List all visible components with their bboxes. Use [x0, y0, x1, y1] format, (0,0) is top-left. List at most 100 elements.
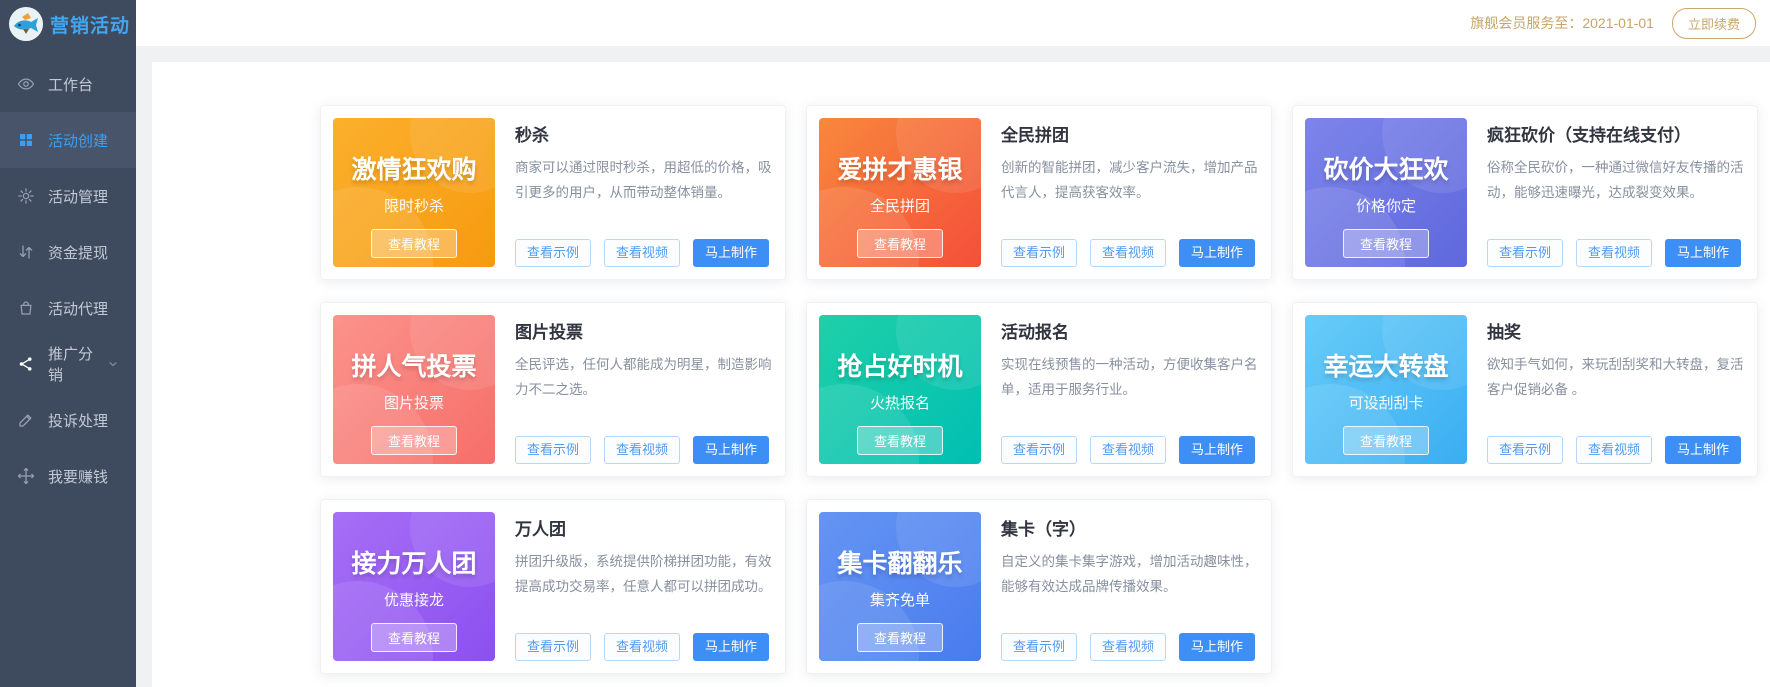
create-now-button[interactable]: 马上制作: [693, 436, 769, 464]
view-example-button[interactable]: 查看示例: [515, 239, 591, 267]
sidebar-item-gear[interactable]: 活动管理: [0, 168, 136, 224]
banner-title: 接力万人团: [351, 550, 477, 578]
banner-title: 砍价大狂欢: [1323, 156, 1449, 184]
activity-title: 图片投票: [515, 323, 583, 342]
view-tutorial-button[interactable]: 查看教程: [370, 623, 458, 652]
card-body: 秒杀 商家可以通过限时秒杀，用超低的价格，吸引更多的用户，从而带动整体销量。 查…: [515, 118, 773, 267]
sidebar-item-label: 推广分销: [48, 346, 94, 384]
view-tutorial-button[interactable]: 查看教程: [856, 426, 944, 455]
banner-title: 集卡翻翻乐: [837, 550, 963, 578]
view-example-button[interactable]: 查看示例: [1001, 633, 1077, 661]
view-example-button[interactable]: 查看示例: [515, 436, 591, 464]
banner-subtitle: 价格你定: [1355, 198, 1416, 215]
gear-icon: [17, 187, 35, 205]
view-tutorial-button[interactable]: 查看教程: [1342, 229, 1430, 258]
banner-subtitle: 可设刮刮卡: [1348, 395, 1424, 412]
activity-title: 抽奖: [1487, 323, 1521, 342]
sidebar-item-label: 活动创建: [48, 132, 109, 150]
create-now-button[interactable]: 马上制作: [1179, 239, 1255, 267]
activity-banner: 幸运大转盘 可设刮刮卡 查看教程: [1305, 315, 1467, 464]
view-tutorial-button[interactable]: 查看教程: [370, 426, 458, 455]
card-actions: 查看示例 查看视频 马上制作: [1001, 436, 1259, 464]
create-now-button[interactable]: 马上制作: [1665, 239, 1741, 267]
create-now-button[interactable]: 马上制作: [693, 633, 769, 661]
activity-card: 拼人气投票 图片投票 查看教程 图片投票 全民评选，任何人都能成为明星，制造影响…: [320, 302, 786, 477]
banner-subtitle: 集齐免单: [869, 592, 930, 609]
card-actions: 查看示例 查看视频 马上制作: [515, 633, 773, 661]
card-body: 集卡（字） 自定义的集卡集字游戏，增加活动趣味性，能够有效达成品牌传播效果。 查…: [1001, 512, 1259, 661]
app-logo: 营销活动: [0, 0, 136, 48]
sidebar-item-label: 资金提现: [48, 244, 109, 262]
sidebar-item-grid[interactable]: 活动创建: [0, 112, 136, 168]
card-actions: 查看示例 查看视频 马上制作: [1487, 436, 1745, 464]
activity-card-grid: 激情狂欢购 限时秒杀 查看教程 秒杀 商家可以通过限时秒杀，用超低的价格，吸引更…: [320, 105, 1770, 674]
activity-description: 商家可以通过限时秒杀，用超低的价格，吸引更多的用户，从而带动整体销量。: [515, 160, 772, 200]
card-body: 疯狂砍价（支持在线支付） 俗称全民砍价，一种通过微信好友传播的活动，能够迅速曝光…: [1487, 118, 1745, 267]
chevron-down-icon: [107, 358, 119, 370]
view-video-button[interactable]: 查看视频: [604, 239, 680, 267]
sidebar-item-label: 活动管理: [48, 188, 109, 206]
activity-banner: 集卡翻翻乐 集齐免单 查看教程: [819, 512, 981, 661]
activity-title: 活动报名: [1001, 323, 1069, 342]
view-video-button[interactable]: 查看视频: [604, 436, 680, 464]
activity-title: 万人团: [515, 520, 566, 539]
activity-banner: 拼人气投票 图片投票 查看教程: [333, 315, 495, 464]
banner-title: 激情狂欢购: [351, 156, 477, 184]
activity-card: 砍价大狂欢 价格你定 查看教程 疯狂砍价（支持在线支付） 俗称全民砍价，一种通过…: [1292, 105, 1758, 280]
sidebar-item-bag[interactable]: 活动代理: [0, 280, 136, 336]
membership-expiry-text: 旗舰会员服务至：2021-01-01: [1470, 15, 1654, 31]
card-actions: 查看示例 查看视频 马上制作: [1001, 633, 1259, 661]
view-tutorial-button[interactable]: 查看教程: [1342, 426, 1430, 455]
banner-subtitle: 优惠接龙: [383, 592, 444, 609]
activity-banner: 砍价大狂欢 价格你定 查看教程: [1305, 118, 1467, 267]
activity-banner: 接力万人团 优惠接龙 查看教程: [333, 512, 495, 661]
create-now-button[interactable]: 马上制作: [1665, 436, 1741, 464]
sidebar-item-pen[interactable]: 投诉处理: [0, 392, 136, 448]
view-video-button[interactable]: 查看视频: [1576, 436, 1652, 464]
view-tutorial-button[interactable]: 查看教程: [856, 623, 944, 652]
banner-subtitle: 火热报名: [869, 395, 930, 412]
create-now-button[interactable]: 马上制作: [693, 239, 769, 267]
main-area: 旗舰会员服务至：2021-01-01 立即续费 激情狂欢购 限时秒杀 查看教程 …: [136, 0, 1770, 687]
sidebar: 营销活动 工作台 活动创建 活动管理 资金提现 活动代理 推广分销 投诉处理 我…: [0, 0, 136, 687]
activity-title: 全民拼团: [1001, 126, 1069, 145]
sidebar-item-share[interactable]: 推广分销: [0, 336, 136, 392]
sidebar-item-label: 投诉处理: [48, 412, 109, 430]
bag-icon: [17, 299, 35, 317]
view-tutorial-button[interactable]: 查看教程: [370, 229, 458, 258]
view-video-button[interactable]: 查看视频: [1090, 239, 1166, 267]
view-video-button[interactable]: 查看视频: [1576, 239, 1652, 267]
sidebar-item-label: 工作台: [48, 76, 94, 94]
view-example-button[interactable]: 查看示例: [1001, 436, 1077, 464]
card-body: 抽奖 欲知手气如何，来玩刮刮奖和大转盘，复活客户促销必备 。 查看示例 查看视频…: [1487, 315, 1745, 464]
banner-title: 抢占好时机: [837, 353, 963, 381]
transfer-icon: [17, 243, 35, 261]
pen-icon: [17, 411, 35, 429]
view-tutorial-button[interactable]: 查看教程: [856, 229, 944, 258]
banner-subtitle: 全民拼团: [869, 198, 930, 215]
activity-banner: 抢占好时机 火热报名 查看教程: [819, 315, 981, 464]
sidebar-item-move[interactable]: 我要赚钱: [0, 448, 136, 504]
sidebar-item-eye[interactable]: 工作台: [0, 56, 136, 112]
activity-description: 创新的智能拼团，减少客户流失，增加产品代言人，提高获客效率。: [1001, 160, 1258, 200]
create-now-button[interactable]: 马上制作: [1179, 436, 1255, 464]
renew-button[interactable]: 立即续费: [1671, 7, 1756, 39]
sidebar-menu: 工作台 活动创建 活动管理 资金提现 活动代理 推广分销 投诉处理 我要赚钱: [0, 56, 136, 504]
create-now-button[interactable]: 马上制作: [1179, 633, 1255, 661]
view-example-button[interactable]: 查看示例: [1487, 436, 1563, 464]
activity-card: 激情狂欢购 限时秒杀 查看教程 秒杀 商家可以通过限时秒杀，用超低的价格，吸引更…: [320, 105, 786, 280]
activity-description: 欲知手气如何，来玩刮刮奖和大转盘，复活客户促销必备 。: [1487, 357, 1744, 397]
view-video-button[interactable]: 查看视频: [1090, 436, 1166, 464]
view-video-button[interactable]: 查看视频: [604, 633, 680, 661]
sidebar-item-label: 我要赚钱: [48, 468, 109, 486]
view-example-button[interactable]: 查看示例: [1001, 239, 1077, 267]
topbar: 旗舰会员服务至：2021-01-01 立即续费: [136, 0, 1770, 46]
activity-card: 集卡翻翻乐 集齐免单 查看教程 集卡（字） 自定义的集卡集字游戏，增加活动趣味性…: [806, 499, 1272, 674]
view-example-button[interactable]: 查看示例: [515, 633, 591, 661]
activity-description: 拼团升级版，系统提供阶梯拼团功能，有效提高成功交易率，任意人都可以拼团成功。: [515, 554, 772, 594]
move-icon: [17, 467, 35, 485]
view-video-button[interactable]: 查看视频: [1090, 633, 1166, 661]
sidebar-item-transfer[interactable]: 资金提现: [0, 224, 136, 280]
app-title: 营销活动: [50, 15, 131, 37]
view-example-button[interactable]: 查看示例: [1487, 239, 1563, 267]
